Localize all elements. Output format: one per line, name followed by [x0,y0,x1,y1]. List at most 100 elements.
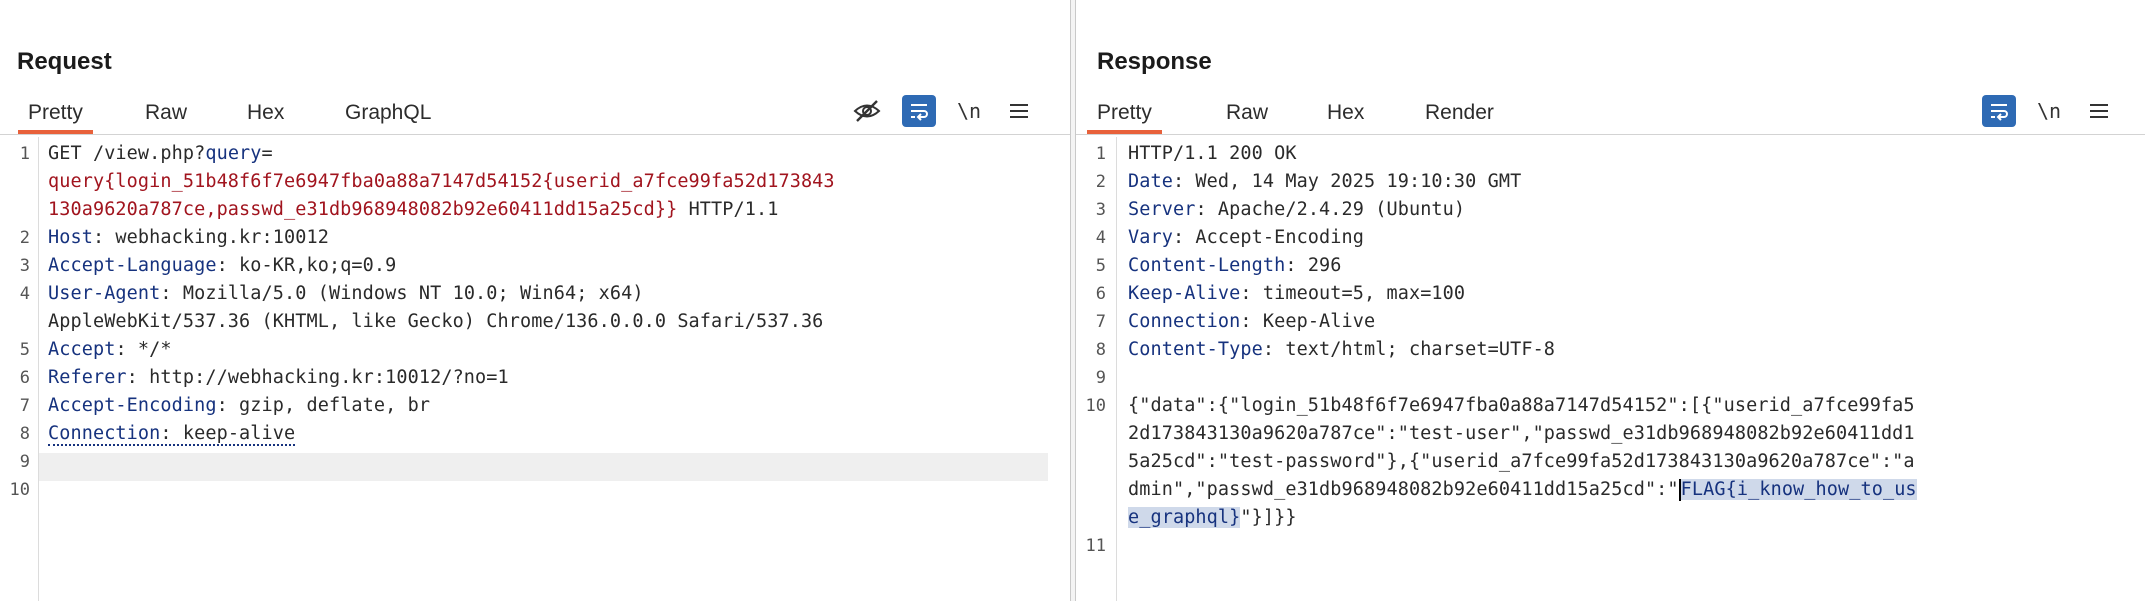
code-line: 5a25cd":"test-password"},{"userid_a7fce9… [1128,451,1915,472]
code-line: dmin","passwd_e31db968948082b92e60411dd1… [1128,476,1917,504]
line-number: 1 [1095,144,1106,164]
code-line: Server: Apache/2.4.29 (Ubuntu) [1128,196,1465,224]
code-line: Vary: Accept-Encoding [1128,224,1364,252]
header-key: Referer [48,367,127,388]
tab-raw[interactable]: Raw [1216,96,1278,132]
code-line: Referer: http://webhacking.kr:10012/?no=… [48,364,509,392]
line-number: 11 [1085,536,1106,556]
code-line: Accept-Encoding: gzip, deflate, br [48,392,430,420]
tab-graphql[interactable]: GraphQL [335,96,441,132]
line-number: 10 [9,480,30,500]
header-value: : keep-alive [160,423,296,444]
line-number: 9 [1095,368,1106,388]
header-value: : ko-KR,ko;q=0.9 [216,255,397,276]
header-value: : Apache/2.4.29 (Ubuntu) [1195,199,1466,220]
tab-raw[interactable]: Raw [135,96,197,132]
line-number: 6 [19,368,30,388]
line-number: 5 [1095,256,1106,276]
json-text: dmin","passwd_e31db968948082b92e60411dd1… [1128,479,1679,500]
line-number: 4 [1095,228,1106,248]
code-line: Content-Type: text/html; charset=UTF-8 [1128,336,1555,364]
line-number: 2 [19,228,30,248]
word-wrap-icon[interactable] [902,95,936,127]
newline-toggle-icon[interactable]: \n [2034,95,2064,127]
response-editor[interactable]: 1 2 3 4 5 6 7 8 9 10 11 HTTP/1.1 200 OK … [1076,137,2145,601]
code-line: Date: Wed, 14 May 2025 19:10:30 GMT [1128,168,1521,196]
header-key: Date [1128,171,1173,192]
code-line: GET /view.php?query= [48,140,273,168]
tab-pretty[interactable]: Pretty [1087,96,1162,134]
header-key: Content-Type [1128,339,1263,360]
selected-flag-text[interactable]: e_graphql} [1128,507,1241,528]
word-wrap-icon[interactable] [1982,95,2016,127]
header-value: : */* [115,339,172,360]
equals-sign: = [261,143,273,164]
code-line: Connection: keep-alive [48,420,296,448]
http-version: HTTP/1.1 [677,199,779,220]
code-line: AppleWebKit/537.36 (KHTML, like Gecko) C… [48,311,824,332]
code-line: HTTP/1.1 200 OK [1128,143,1297,164]
selected-flag-text[interactable]: FLAG{i_know_how_to_us [1680,479,1917,500]
menu-icon[interactable] [2082,95,2116,127]
query-param-name: query [205,143,262,164]
header-value: : gzip, deflate, br [216,395,431,416]
header-key: Server [1128,199,1196,220]
response-pane: Response Pretty Raw Hex Render \n 1 2 3 … [1076,0,2145,601]
header-value: : webhacking.kr:10012 [92,227,329,248]
line-number: 6 [1095,284,1106,304]
line-number: 4 [19,284,30,304]
tab-pretty[interactable]: Pretty [18,96,93,134]
response-title: Response [1097,48,1212,75]
header-key: User-Agent [48,283,161,304]
header-key: Content-Length [1128,255,1286,276]
header-value: : http://webhacking.kr:10012/?no=1 [126,367,509,388]
tab-hex[interactable]: Hex [237,96,294,132]
code-line: Host: webhacking.kr:10012 [48,224,329,252]
response-gutter: 1 2 3 4 5 6 7 8 9 10 11 [1076,137,1117,601]
line-number: 3 [1095,200,1106,220]
line-number: 10 [1085,396,1106,416]
menu-icon[interactable] [1002,95,1036,127]
request-toolbar: \n [850,94,1036,128]
line-number: 5 [19,340,30,360]
code-line: Accept-Language: ko-KR,ko;q=0.9 [48,252,396,280]
line-number: 1 [19,144,30,164]
line-number: 7 [19,396,30,416]
request-editor[interactable]: 1 2 3 4 5 6 7 8 9 10 GET /view.php?query… [0,137,1070,601]
header-value: : text/html; charset=UTF-8 [1262,339,1556,360]
header-value: : timeout=5, max=100 [1240,283,1466,304]
request-title: Request [17,48,112,75]
newline-toggle-icon[interactable]: \n [954,95,984,127]
header-value: : Wed, 14 May 2025 19:10:30 GMT [1172,171,1522,192]
header-key: Connection [1128,311,1241,332]
code-line: {"data":{"login_51b48f6f7e6947fba0a88a71… [1128,395,1915,416]
request-line-method: GET /view.php? [48,143,206,164]
header-key: Host [48,227,93,248]
header-value: : 296 [1285,255,1342,276]
json-text: "}]}} [1240,507,1297,528]
header-key: Connection [48,423,161,444]
line-number: 7 [1095,312,1106,332]
code-line: Keep-Alive: timeout=5, max=100 [1128,280,1465,308]
header-value: : Keep-Alive [1240,311,1376,332]
hide-eye-icon[interactable] [850,95,884,127]
code-line: Connection: Keep-Alive [1128,308,1375,336]
line-number: 8 [1095,340,1106,360]
tab-hex[interactable]: Hex [1317,96,1374,132]
header-value: : Accept-Encoding [1172,227,1364,248]
code-line: e_graphql}"}]}} [1128,504,1297,532]
line-number: 2 [1095,172,1106,192]
tab-render[interactable]: Render [1415,96,1504,132]
current-line-highlight [39,453,1048,481]
request-pane: Request Pretty Raw Hex GraphQL \n 1 2 3 … [0,0,1070,601]
header-key: Accept-Encoding [48,395,217,416]
line-number: 8 [19,424,30,444]
code-line: 2d173843130a9620a787ce":"test-user","pas… [1128,423,1915,444]
query-value: 130a9620a787ce,passwd_e31db968948082b92e… [48,199,678,220]
header-key: Keep-Alive [1128,283,1241,304]
code-line: Content-Length: 296 [1128,252,1342,280]
code-line: User-Agent: Mozilla/5.0 (Windows NT 10.0… [48,280,644,308]
line-number: 3 [19,256,30,276]
line-number: 9 [19,452,30,472]
header-key: Accept-Language [48,255,217,276]
